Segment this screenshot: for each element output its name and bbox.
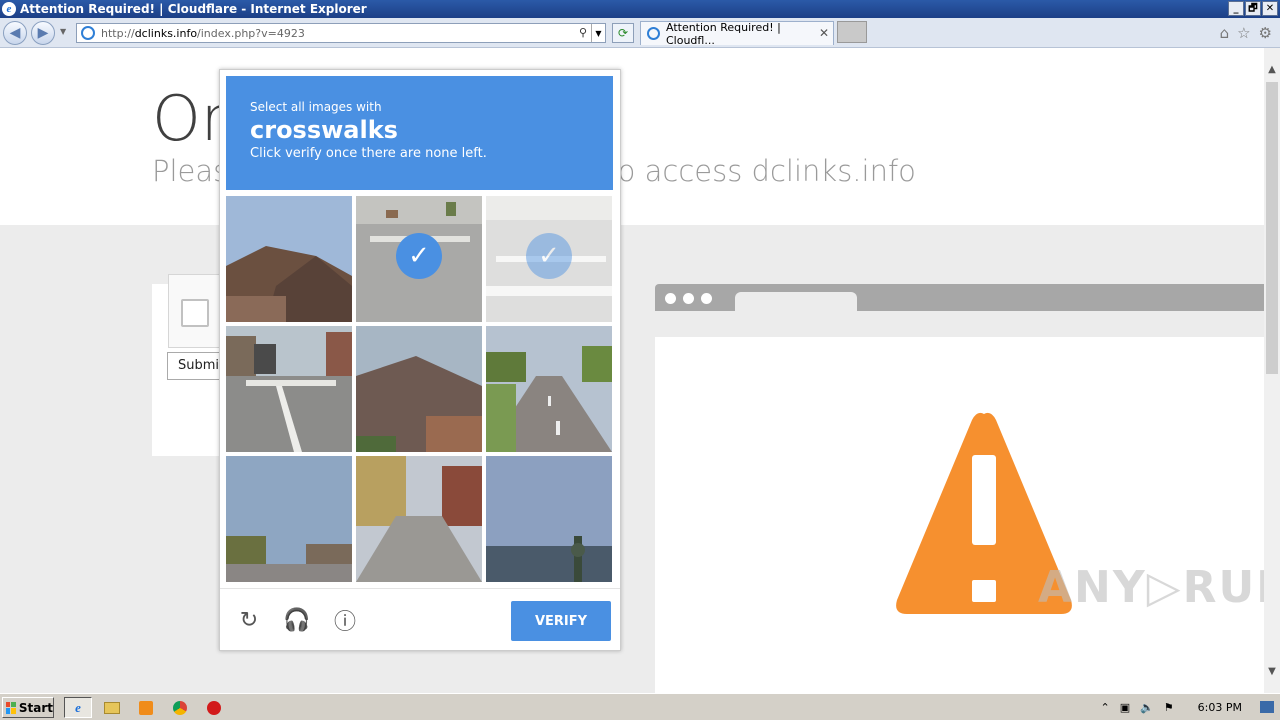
selected-check-icon: ✓ [396,233,442,279]
captcha-prompt-line1: Select all images with [250,100,382,114]
forward-button[interactable]: ▶ [31,21,55,45]
taskbar-folder-icon[interactable] [98,697,126,718]
window-title: Attention Required! | Cloudflare - Inter… [20,2,367,16]
captcha-header: Select all images with crosswalks Click … [226,76,613,190]
tab-ie-icon [647,27,660,40]
captcha-tile[interactable] [486,326,612,452]
minimize-button[interactable]: _ [1228,1,1244,16]
captcha-tile[interactable] [226,196,352,322]
url-path: /index.php?v=4923 [197,26,305,40]
restore-button[interactable]: 🗗 [1245,1,1261,16]
audio-headphones-icon[interactable]: 🎧 [283,607,310,633]
tab-active[interactable]: Attention Required! | Cloudfl... ✕ [640,20,834,47]
captcha-tile[interactable] [356,326,482,452]
taskbar-media-player-icon[interactable] [132,697,160,718]
navigation-bar: ◀ ▶ ▼ http:// dclinks.info /index.php?v=… [0,18,1280,48]
taskbar-ie-icon[interactable]: e [64,697,92,718]
scrollbar-thumb[interactable] [1266,82,1278,374]
ie-logo-icon: e [2,2,16,16]
system-tray: ⌃ ▣ 🔈 ⚑ 6:03 PM [1100,696,1280,718]
submit-button[interactable]: Submit [167,352,227,380]
home-icon[interactable]: ⌂ [1220,24,1230,42]
settings-gear-icon[interactable]: ⚙ [1259,24,1272,42]
taskbar-chrome-icon[interactable] [166,697,194,718]
clock[interactable]: 6:03 PM [1198,701,1242,714]
start-button[interactable]: Start [2,697,54,718]
captcha-tile[interactable]: ✓ [486,196,612,322]
favorites-star-icon[interactable]: ☆ [1237,24,1250,42]
page-ie-icon [81,26,95,40]
verify-button[interactable]: VERIFY [511,601,611,641]
show-desktop-icon[interactable] [1260,701,1274,713]
tray-expand-icon[interactable]: ⌃ [1100,701,1109,714]
mock-dot [683,293,694,304]
network-icon[interactable]: ▣ [1120,701,1130,714]
captcha-footer: ↻ 🎧 ⓘ VERIFY [220,588,620,650]
reload-icon[interactable]: ↻ [236,607,262,633]
address-dropdown-icon[interactable]: ▼ [591,24,605,42]
mock-browser-bar [655,284,1264,312]
tab-title: Attention Required! | Cloudfl... [665,20,781,47]
captcha-prompt-target: crosswalks [250,116,398,144]
selected-check-icon: ✓ [526,233,572,279]
window-controls: _ 🗗 ✕ [1228,1,1278,16]
windows-logo-icon [6,701,16,714]
page-heading: Or [152,82,227,155]
new-tab-button[interactable] [837,21,867,43]
windows-taskbar: Start e ⌃ ▣ 🔈 ⚑ 6:03 PM [0,693,1280,720]
captcha-tile[interactable] [226,326,352,452]
info-icon[interactable]: ⓘ [332,607,358,635]
window-title-bar: e Attention Required! | Cloudflare - Int… [0,0,1280,18]
back-button[interactable]: ◀ [3,21,27,45]
history-dropdown-icon[interactable]: ▼ [60,27,66,36]
subtitle-right: to access dclinks.info [606,154,916,188]
captcha-tile[interactable] [226,456,352,582]
mock-dot [665,293,676,304]
subtitle-left: Pleas [152,154,229,188]
url-prefix: http:// [101,26,135,40]
mock-tab [735,292,857,312]
captcha-tile[interactable]: ✓ [356,196,482,322]
address-bar[interactable]: http:// dclinks.info /index.php?v=4923 ⚲… [76,23,606,43]
captcha-tile[interactable] [486,456,612,582]
search-icon[interactable]: ⚲ [579,26,587,39]
captcha-image-grid: ✓ ✓ [226,196,613,583]
refresh-button[interactable]: ⟳ [612,23,634,43]
action-center-flag-icon[interactable]: ⚑ [1164,701,1174,714]
scroll-down-icon[interactable]: ▼ [1266,664,1278,678]
anyrun-watermark: ANY▷RUN [1038,562,1280,613]
captcha-tile[interactable] [356,456,482,582]
tab-close-icon[interactable]: ✕ [819,26,829,40]
toolbar-right: ⌂ ☆ ⚙ [1220,24,1272,42]
captcha-challenge-popup: Select all images with crosswalks Click … [219,69,621,651]
start-label: Start [18,700,53,715]
captcha-checkbox[interactable] [181,299,209,327]
scroll-up-icon[interactable]: ▲ [1266,62,1278,76]
captcha-prompt-instructions: Click verify once there are none left. [250,146,487,161]
taskbar-security-app-icon[interactable] [200,697,228,718]
volume-icon[interactable]: 🔈 [1140,701,1154,714]
close-button[interactable]: ✕ [1262,1,1278,16]
mock-dot [701,293,712,304]
url-domain: dclinks.info [134,26,198,40]
